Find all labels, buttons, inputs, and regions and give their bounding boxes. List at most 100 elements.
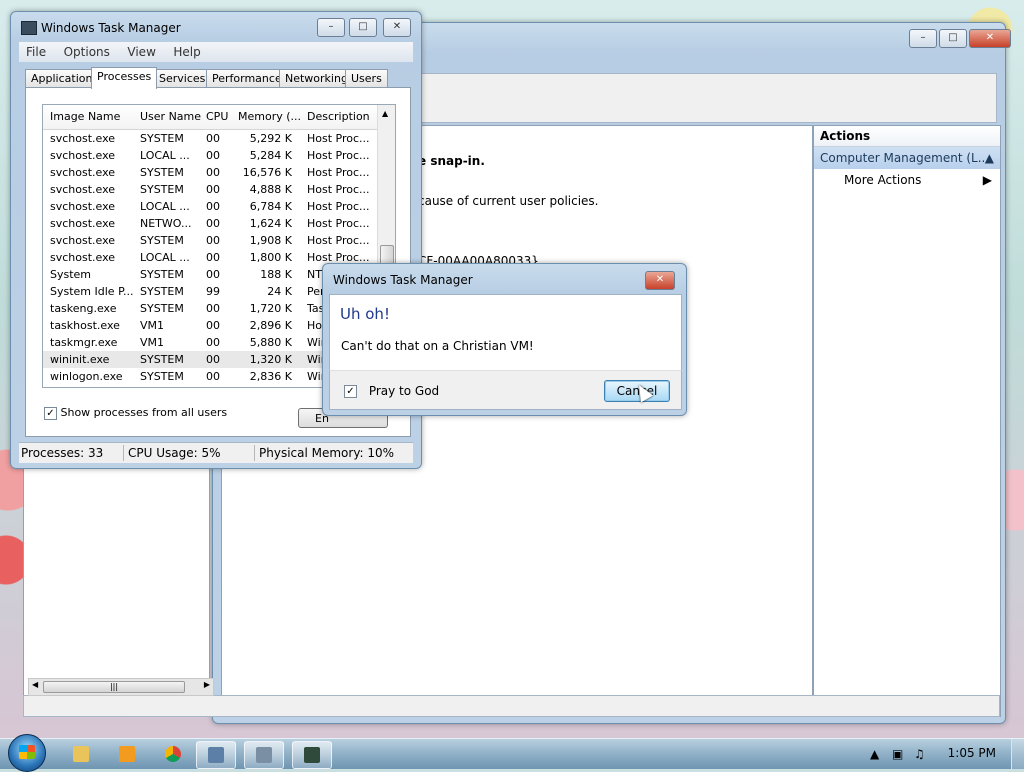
chrome-icon — [165, 746, 181, 762]
table-cell: 5,284 K — [249, 149, 292, 162]
table-cell: taskeng.exe — [50, 302, 117, 315]
taskbar-chrome[interactable] — [154, 741, 192, 767]
volume-icon[interactable]: ♫ — [914, 747, 925, 761]
table-row[interactable]: svchost.exe LOCAL ... 00 6,784 K Host Proc..… — [43, 198, 377, 215]
computer-management-icon — [256, 747, 272, 763]
col-memory[interactable]: Memory (... — [238, 110, 301, 123]
clock[interactable]: 1:05 PM — [948, 746, 996, 760]
table-cell: svchost.exe — [50, 251, 116, 264]
dialog-body: Uh oh! Can't do that on a Christian VM! — [329, 294, 682, 372]
status-bar: Processes: 33 CPU Usage: 5% Physical Mem… — [19, 442, 413, 463]
table-cell: SYSTEM — [140, 302, 184, 315]
folder-icon — [73, 746, 89, 762]
table-row[interactable]: svchost.exe NETWO... 00 1,624 K Host Proc... — [43, 215, 377, 232]
table-cell: SYSTEM — [140, 285, 184, 298]
taskbar-explorer[interactable] — [62, 741, 100, 767]
show-desktop-button[interactable] — [1011, 739, 1024, 769]
close-button[interactable]: ✕ — [383, 18, 411, 37]
table-cell: 5,880 K — [249, 336, 292, 349]
start-button[interactable] — [8, 734, 46, 772]
table-cell: 16,576 K — [242, 166, 292, 179]
scroll-right-icon[interactable]: ▶ — [204, 680, 210, 689]
table-cell: 2,896 K — [249, 319, 292, 332]
pray-checkbox[interactable]: ✓ — [344, 385, 357, 398]
table-cell: wininit.exe — [50, 353, 110, 366]
actions-section[interactable]: Computer Management (L... ▲ — [814, 147, 1000, 169]
table-cell: NETWO... — [140, 217, 192, 230]
table-row[interactable]: svchost.exe LOCAL ... 00 5,284 K Host Proc..… — [43, 147, 377, 164]
table-cell: 2,836 K — [249, 370, 292, 383]
task-manager-icon — [21, 21, 37, 35]
col-user-name[interactable]: User Name — [140, 110, 201, 123]
horizontal-scrollbar[interactable]: ◀ ||| ▶ — [28, 678, 214, 696]
table-row[interactable]: svchost.exe SYSTEM 00 16,576 K Host Proc... — [43, 164, 377, 181]
table-cell: Host Proc... — [307, 217, 370, 230]
col-image-name[interactable]: Image Name — [50, 110, 120, 123]
menu-help[interactable]: Help — [166, 42, 207, 62]
tab-processes[interactable]: Processes — [91, 67, 158, 89]
more-actions-item[interactable]: More Actions ▶ — [814, 169, 1000, 191]
table-cell: SYSTEM — [140, 234, 184, 247]
table-cell: SYSTEM — [140, 132, 184, 145]
table-cell: Host Proc... — [307, 234, 370, 247]
collapse-arrow-icon[interactable]: ▲ — [985, 147, 994, 169]
dialog-heading: Uh oh! — [340, 305, 390, 323]
error-dialog[interactable]: Windows Task Manager ✕ Uh oh! Can't do t… — [322, 263, 687, 416]
table-cell: LOCAL ... — [140, 251, 190, 264]
show-hidden-icons[interactable]: ▲ — [870, 747, 879, 761]
tab-services[interactable]: Services — [153, 69, 212, 88]
table-row[interactable]: svchost.exe SYSTEM 00 5,292 K Host Proc... — [43, 130, 377, 147]
taskbar-media-player[interactable] — [108, 741, 146, 767]
close-icon: ✕ — [655, 274, 665, 285]
table-cell: 1,320 K — [249, 353, 292, 366]
physical-memory: Physical Memory: 10% — [259, 446, 395, 460]
pray-option[interactable]: ✓ Pray to God — [344, 384, 439, 398]
taskbar-remote-desktop[interactable] — [196, 741, 236, 769]
pray-label: Pray to God — [368, 384, 440, 398]
network-icon[interactable]: ▣ — [892, 747, 903, 761]
table-row[interactable]: svchost.exe SYSTEM 00 4,888 K Host Proc... — [43, 181, 377, 198]
tab-networking[interactable]: Networking — [279, 69, 354, 88]
window-title: Windows Task Manager — [41, 21, 181, 35]
table-cell: Host Proc... — [307, 132, 370, 145]
menu-file[interactable]: File — [19, 42, 53, 62]
table-cell: Host Proc... — [307, 149, 370, 162]
table-cell: Host Proc... — [307, 166, 370, 179]
minimize-button[interactable]: – — [317, 18, 345, 37]
more-actions-label: More Actions — [844, 173, 922, 187]
scroll-left-icon[interactable]: ◀ — [32, 680, 38, 689]
table-cell: VM1 — [140, 336, 165, 349]
dialog-close-button[interactable]: ✕ — [645, 271, 675, 290]
snapin-message: e snap-in. — [418, 154, 485, 168]
table-cell: 24 K — [267, 285, 292, 298]
table-cell: svchost.exe — [50, 217, 116, 230]
show-all-users-option[interactable]: ✓ Show processes from all users — [44, 406, 227, 420]
maximize-button[interactable]: □ — [939, 29, 967, 48]
table-cell: 188 K — [260, 268, 292, 281]
col-cpu[interactable]: CPU — [206, 110, 228, 123]
actions-header: Actions — [814, 126, 1000, 147]
menu-view[interactable]: View — [120, 42, 162, 62]
scroll-up-icon[interactable]: ▲ — [382, 109, 388, 118]
scroll-thumb[interactable]: ||| — [43, 681, 185, 693]
table-row[interactable]: svchost.exe SYSTEM 00 1,908 K Host Proc... — [43, 232, 377, 249]
minimize-icon: – — [328, 21, 334, 32]
col-description[interactable]: Description — [307, 110, 370, 123]
close-button[interactable]: ✕ — [969, 29, 1011, 48]
taskbar-task-manager[interactable] — [292, 741, 332, 769]
tab-users[interactable]: Users — [345, 69, 388, 88]
policy-message: cause of current user policies. — [418, 194, 599, 208]
minimize-button[interactable]: – — [909, 29, 937, 48]
status-bar — [23, 695, 1000, 717]
remote-desktop-icon — [208, 747, 224, 763]
taskbar-computer-management[interactable] — [244, 741, 284, 769]
table-cell: 5,292 K — [249, 132, 292, 145]
tab-performance[interactable]: Performance — [206, 69, 288, 88]
table-cell: Host Proc... — [307, 200, 370, 213]
show-all-users-checkbox[interactable]: ✓ — [44, 406, 57, 420]
menu-options[interactable]: Options — [57, 42, 117, 62]
table-cell: SYSTEM — [140, 268, 184, 281]
table-cell: 1,720 K — [249, 302, 292, 315]
maximize-button[interactable]: □ — [349, 18, 377, 37]
table-cell: svchost.exe — [50, 166, 116, 179]
